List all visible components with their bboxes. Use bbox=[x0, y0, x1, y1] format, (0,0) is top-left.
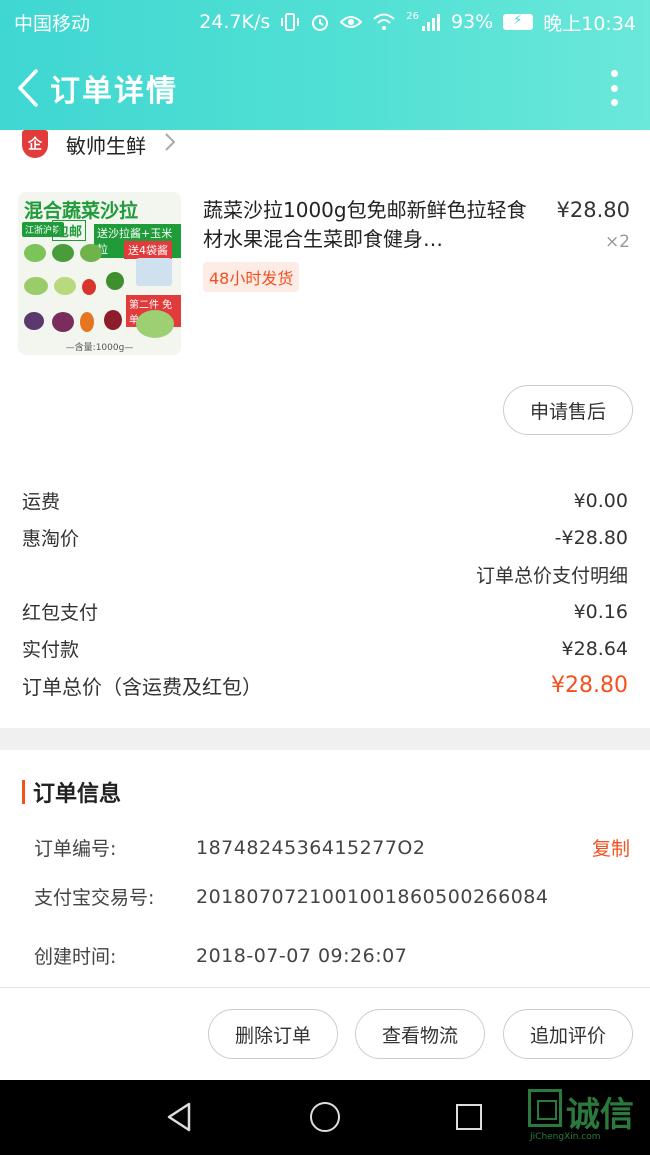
system-nav-bar: 诚信 JiChengXin.com bbox=[0, 1080, 650, 1155]
battery-percent: 93% bbox=[451, 11, 494, 33]
eye-icon bbox=[340, 11, 363, 33]
status-icons: 24.7K/s 26 93% 晚上10:34 bbox=[199, 9, 636, 36]
image-title: 混合蔬菜沙拉 bbox=[24, 200, 139, 222]
pepper-image bbox=[106, 272, 124, 290]
tomato-image bbox=[82, 279, 96, 295]
more-vertical-icon[interactable] bbox=[608, 70, 620, 106]
nav-recent-icon[interactable] bbox=[456, 1104, 482, 1130]
fee-value: ¥0.16 bbox=[573, 600, 628, 623]
sauce-bags-image bbox=[136, 258, 172, 286]
fee-label: 惠淘价 bbox=[22, 528, 80, 550]
wifi-icon bbox=[372, 11, 396, 33]
created-time-row: 创建时间: 2018-07-07 09:26:07 bbox=[34, 942, 630, 969]
after-sale-button[interactable]: 申请售后 bbox=[503, 385, 633, 435]
carrier-label: 中国移动 bbox=[14, 12, 91, 35]
watermark-cn: 诚信 bbox=[566, 1095, 634, 1135]
add-review-button[interactable]: 追加评价 bbox=[503, 1009, 633, 1059]
back-arrow-icon[interactable] bbox=[6, 58, 50, 118]
delete-order-button[interactable]: 删除订单 bbox=[208, 1009, 338, 1059]
signal-icon: 26 bbox=[406, 11, 441, 33]
image-tag-free-shipping: 包邮 bbox=[52, 220, 87, 241]
fee-row-discount: 惠淘价 -¥28.80 bbox=[22, 519, 628, 556]
order-number-label: 订单编号: bbox=[34, 838, 117, 860]
total-value: ¥28.80 bbox=[551, 673, 628, 698]
watermark-en: JiChengXin.com bbox=[530, 1132, 601, 1142]
shipping-badge: 48小时发货 bbox=[203, 262, 300, 292]
fee-label: 运费 bbox=[22, 491, 61, 513]
watermark-box-icon bbox=[528, 1089, 562, 1127]
order-info-heading: 订单信息 bbox=[22, 776, 121, 808]
fee-row-red-packet: 红包支付 ¥0.16 bbox=[22, 593, 628, 630]
watermark-logo: 诚信 JiChengXin.com bbox=[528, 1087, 646, 1149]
shop-link[interactable]: 企 敏帅生鲜 bbox=[22, 128, 176, 160]
view-logistics-button[interactable]: 查看物流 bbox=[355, 1009, 485, 1059]
nav-back-icon[interactable] bbox=[165, 1102, 193, 1136]
order-info-title: 订单信息 bbox=[33, 782, 122, 807]
payment-detail-link[interactable]: 订单总价支付明细 bbox=[22, 556, 628, 593]
status-bar: 中国移动 24.7K/s 26 93% 晚上10:34 bbox=[0, 0, 650, 44]
chevron-right-icon bbox=[164, 132, 176, 157]
fee-row-shipping: 运费 ¥0.00 bbox=[22, 482, 628, 519]
fee-label: 实付款 bbox=[22, 639, 80, 661]
shop-name: 敏帅生鲜 bbox=[66, 133, 146, 158]
page-title: 订单详情 bbox=[50, 74, 178, 109]
cabbage-image bbox=[54, 277, 76, 295]
nav-home-icon[interactable] bbox=[310, 1102, 340, 1132]
app-header: 中国移动 24.7K/s 26 93% 晚上10:34 bbox=[0, 0, 650, 130]
radicchio-image bbox=[52, 312, 74, 332]
network-speed: 24.7K/s bbox=[199, 11, 271, 33]
accent-bar bbox=[22, 780, 25, 804]
created-time-value: 2018-07-07 09:26:07 bbox=[196, 944, 408, 967]
fee-value: -¥28.80 bbox=[554, 526, 628, 549]
copy-button[interactable]: 复制 bbox=[592, 834, 630, 861]
section-divider bbox=[0, 728, 650, 750]
kale-image bbox=[24, 277, 48, 295]
salad-bowl-image bbox=[136, 310, 174, 338]
vibrate-icon bbox=[280, 11, 300, 33]
fee-summary: 运费 ¥0.00 惠淘价 -¥28.80 订单总价支付明细 红包支付 ¥0.16… bbox=[22, 482, 628, 704]
enterprise-shop-icon: 企 bbox=[22, 130, 48, 158]
payment-detail-label[interactable]: 订单总价支付明细 bbox=[476, 561, 628, 588]
product-card[interactable]: 混合蔬菜沙拉 江浙沪皖 包邮 送沙拉酱+玉米粒 送4袋酱 第二件 免单 —含量:… bbox=[18, 192, 632, 357]
fee-value: ¥0.00 bbox=[573, 489, 628, 512]
product-image[interactable]: 混合蔬菜沙拉 江浙沪皖 包邮 送沙拉酱+玉米粒 送4袋酱 第二件 免单 —含量:… bbox=[18, 192, 181, 355]
action-divider bbox=[0, 987, 650, 988]
clock: 晚上10:34 bbox=[543, 12, 636, 35]
order-number-value: 1874824536415277O2 bbox=[196, 836, 426, 859]
alipay-trade-row: 支付宝交易号: 2018070721001001860500266084 bbox=[34, 883, 630, 910]
leaf-image bbox=[80, 244, 102, 262]
network-type: 26 bbox=[406, 11, 419, 22]
created-time-label: 创建时间: bbox=[34, 946, 117, 968]
lettuce-image bbox=[24, 244, 46, 262]
fee-label: 红包支付 bbox=[22, 602, 99, 624]
image-weight: —含量:1000g— bbox=[65, 343, 134, 353]
greens-image bbox=[52, 244, 74, 262]
beet-image bbox=[104, 310, 122, 330]
purple-cabbage-image bbox=[24, 312, 44, 330]
alarm-icon bbox=[310, 11, 330, 33]
fee-row-total: 订单总价（含运费及红包） ¥28.80 bbox=[22, 667, 628, 704]
alipay-trade-value: 2018070721001001860500266084 bbox=[196, 885, 549, 908]
carrot-image bbox=[80, 312, 94, 332]
order-number-row: 订单编号: 1874824536415277O2 复制 bbox=[34, 834, 630, 861]
alipay-trade-label: 支付宝交易号: bbox=[34, 887, 155, 909]
product-price: ¥28.80 bbox=[556, 198, 630, 222]
product-title[interactable]: 蔬菜沙拉1000g包免邮新鲜色拉轻食材水果混合生菜即食健身… bbox=[203, 196, 533, 254]
title-bar: 订单详情 bbox=[0, 56, 650, 120]
fee-row-paid: 实付款 ¥28.64 bbox=[22, 630, 628, 667]
battery-icon bbox=[503, 13, 534, 30]
image-tag-bags: 送4袋酱 bbox=[124, 241, 172, 259]
total-label: 订单总价（含运费及红包） bbox=[22, 675, 262, 699]
product-quantity: ×2 bbox=[604, 232, 630, 252]
fee-value: ¥28.64 bbox=[561, 637, 628, 660]
